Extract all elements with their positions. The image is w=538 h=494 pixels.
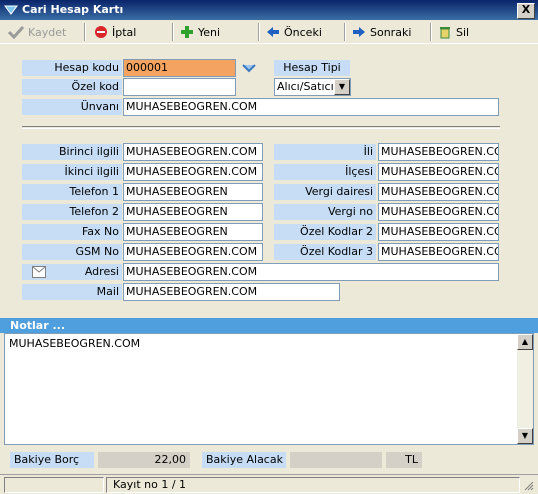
new-button[interactable]: Yeni — [180, 23, 220, 41]
gsm-input[interactable]: MUHASEBEOGREN.COM — [123, 243, 263, 261]
debit-balance-label: Bakiye Borç — [10, 452, 94, 468]
city-input[interactable]: MUHASEBEOGREN.COM — [378, 143, 499, 161]
status-cell-empty — [4, 477, 104, 493]
previous-label: Önceki — [284, 25, 322, 39]
resize-grip-icon[interactable] — [524, 481, 534, 491]
account-code-label: Hesap kodu — [22, 60, 122, 76]
checkmark-icon — [8, 25, 24, 39]
tax-office-input[interactable]: MUHASEBEOGREN.COM — [378, 183, 499, 201]
first-contact-input[interactable]: MUHASEBEOGREN.COM — [123, 143, 263, 161]
notes-text: MUHASEBEOGREN.COM — [9, 337, 141, 350]
tax-no-label: Vergi no — [274, 204, 376, 220]
city-label: İli — [274, 144, 376, 160]
account-type-select[interactable]: Alıcı/Satıcı ▼ — [274, 78, 351, 96]
arrow-right-icon — [353, 27, 365, 37]
envelope-icon[interactable] — [32, 266, 46, 278]
account-code-input[interactable]: 000001 — [123, 59, 236, 77]
phone2-input[interactable]: MUHASEBEOGREN — [123, 203, 263, 221]
tax-no-input[interactable]: MUHASEBEOGREN.COM — [378, 203, 499, 221]
window-title: Cari Hesap Kartı — [22, 3, 124, 16]
phone2-label: Telefon 2 — [22, 204, 122, 220]
scroll-down-icon[interactable]: ▼ — [517, 428, 533, 444]
save-button[interactable]: Kaydet — [8, 23, 66, 41]
special-code3-label: Özel Kodlar 3 — [274, 244, 376, 260]
district-label: İlçesi — [274, 164, 376, 180]
gsm-label: GSM No — [22, 244, 122, 260]
record-indicator: Kayıt no 1 / 1 — [106, 477, 520, 493]
cancel-icon — [95, 26, 107, 38]
district-input[interactable]: MUHASEBEOGREN.COM — [378, 163, 499, 181]
notes-header: Notlar ... — [0, 318, 538, 333]
notes-header-label: Notlar ... — [10, 319, 66, 332]
currency-label: TL — [386, 452, 422, 468]
chevron-down-icon[interactable] — [242, 63, 256, 73]
toolbar-separator — [84, 23, 86, 41]
special-code2-label: Özel Kodlar 2 — [274, 224, 376, 240]
title-label: Ünvanı — [22, 99, 122, 115]
save-label: Kaydet — [28, 25, 67, 39]
cancel-label: İptal — [112, 25, 137, 39]
notes-scrollbar[interactable]: ▲ ▼ — [517, 334, 533, 444]
next-button[interactable]: Sonraki — [352, 23, 411, 41]
phone1-label: Telefon 1 — [22, 184, 122, 200]
plus-icon — [181, 26, 193, 38]
previous-button[interactable]: Önceki — [266, 23, 322, 41]
second-contact-input[interactable]: MUHASEBEOGREN.COM — [123, 163, 263, 181]
fax-label: Fax No — [22, 224, 122, 240]
credit-balance-value — [290, 452, 382, 468]
new-label: Yeni — [198, 25, 221, 39]
trash-icon — [440, 27, 450, 39]
app-icon — [4, 5, 18, 15]
special-code-input[interactable] — [123, 78, 236, 96]
first-contact-label: Birinci ilgili — [22, 144, 122, 160]
delete-label: Sil — [456, 25, 470, 39]
mail-label: Mail — [22, 284, 122, 300]
toolbar: Kaydet İptal Yeni Önceki Sonraki Sil — [0, 20, 538, 44]
address-input[interactable]: MUHASEBEOGREN.COM — [123, 263, 499, 281]
arrow-left-icon — [267, 27, 279, 37]
toolbar-separator — [344, 23, 346, 41]
dropdown-arrow-icon[interactable]: ▼ — [334, 79, 350, 95]
cancel-button[interactable]: İptal — [94, 23, 136, 41]
close-button[interactable]: X — [517, 3, 535, 19]
title-bar: Cari Hesap Kartı X — [0, 0, 538, 20]
notes-textarea[interactable]: MUHASEBEOGREN.COM ▲ ▼ — [4, 333, 534, 445]
next-label: Sonraki — [370, 25, 412, 39]
special-code2-input[interactable]: MUHASEBEOGREN.COM — [378, 223, 499, 241]
account-type-label: Hesap Tipi — [274, 60, 350, 76]
special-code3-input[interactable]: MUHASEBEOGREN.COM — [378, 243, 499, 261]
toolbar-separator — [258, 23, 260, 41]
mail-input[interactable]: MUHASEBEOGREN.COM — [123, 283, 340, 301]
section-divider — [22, 126, 500, 129]
delete-button[interactable]: Sil — [438, 23, 469, 41]
toolbar-separator — [430, 23, 432, 41]
second-contact-label: İkinci ilgili — [22, 164, 122, 180]
title-input[interactable]: MUHASEBEOGREN.COM — [123, 98, 499, 116]
credit-balance-label: Bakiye Alacak — [202, 452, 286, 468]
fax-input[interactable]: MUHASEBEOGREN — [123, 223, 263, 241]
debit-balance-value: 22,00 — [98, 452, 190, 468]
phone1-input[interactable]: MUHASEBEOGREN — [123, 183, 263, 201]
account-type-value: Alıcı/Satıcı — [277, 80, 334, 93]
toolbar-separator — [172, 23, 174, 41]
special-code-label: Özel kod — [22, 79, 122, 95]
status-bar: Kayıt no 1 / 1 — [0, 474, 538, 494]
scroll-up-icon[interactable]: ▲ — [517, 334, 533, 350]
tax-office-label: Vergi dairesi — [274, 184, 376, 200]
